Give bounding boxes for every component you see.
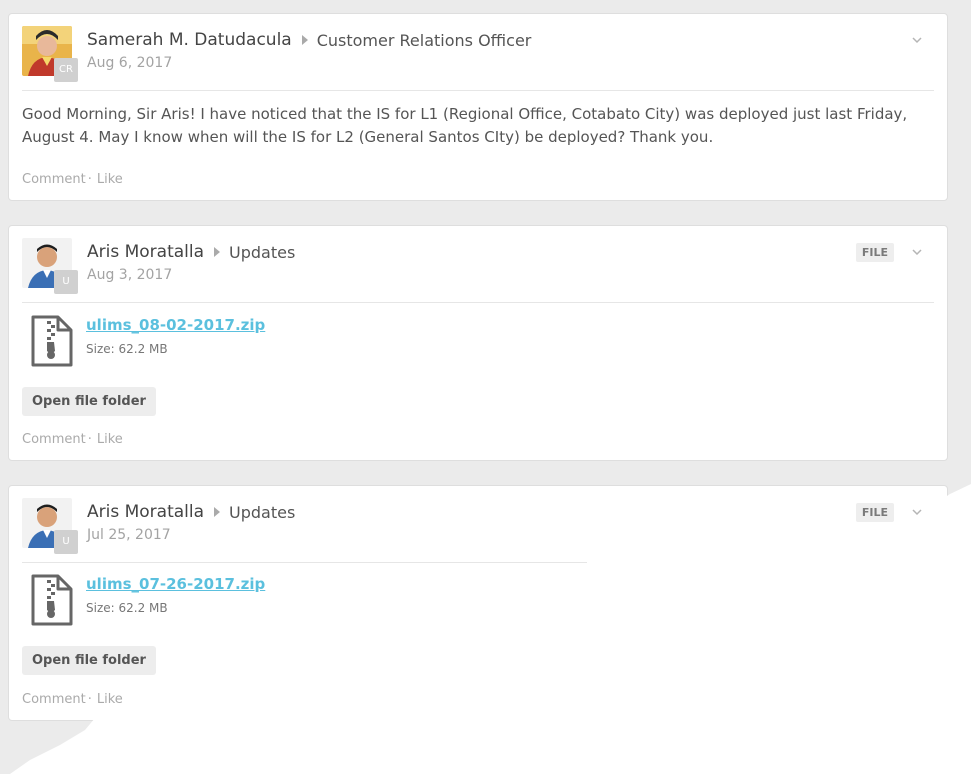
post-meta: Aris Moratalla Updates Jul 25, 2017	[87, 500, 295, 543]
chevron-down-icon[interactable]	[910, 505, 924, 519]
header-divider	[22, 562, 587, 563]
post-actions: Comment · Like	[22, 432, 123, 447]
file-attachment: ulims_08-02-2017.zip Size: 62.2 MB	[22, 313, 934, 379]
zip-file-icon[interactable]	[30, 315, 74, 367]
post-date[interactable]: Aug 3, 2017	[87, 267, 295, 283]
file-attachment: ulims_07-26-2017.zip Size: 62.2 MB	[22, 572, 934, 638]
file-size: Size: 62.2 MB	[86, 342, 168, 356]
file-size: Size: 62.2 MB	[86, 601, 168, 615]
post-target[interactable]: Customer Relations Officer	[317, 31, 532, 50]
post-target[interactable]: Updates	[229, 503, 295, 522]
action-separator: ·	[87, 172, 92, 187]
comment-link[interactable]: Comment	[22, 172, 86, 187]
post-card: CR Samerah M. Datudacula Customer Relati…	[8, 13, 948, 201]
post-meta: Samerah M. Datudacula Customer Relations…	[87, 28, 531, 71]
open-file-folder-button[interactable]: Open file folder	[22, 387, 156, 416]
like-link[interactable]: Like	[97, 692, 123, 707]
post-date[interactable]: Jul 25, 2017	[87, 527, 295, 543]
post-actions: Comment · Like	[22, 692, 123, 707]
caret-right-icon	[214, 507, 221, 517]
post-meta: Aris Moratalla Updates Aug 3, 2017	[87, 240, 295, 283]
post-card: U Aris Moratalla Updates Jul 25, 2017 FI…	[8, 485, 948, 721]
chevron-down-icon[interactable]	[910, 245, 924, 259]
comment-link[interactable]: Comment	[22, 692, 86, 707]
file-name-link[interactable]: ulims_07-26-2017.zip	[86, 575, 265, 593]
author-name[interactable]: Samerah M. Datudacula	[87, 30, 292, 50]
open-file-folder-button[interactable]: Open file folder	[22, 646, 156, 675]
chevron-down-icon[interactable]	[910, 33, 924, 47]
file-name-link[interactable]: ulims_08-02-2017.zip	[86, 316, 265, 334]
post-header: U Aris Moratalla Updates Aug 3, 2017 FIL…	[22, 238, 934, 303]
author-name[interactable]: Aris Moratalla	[87, 242, 204, 262]
caret-right-icon	[214, 247, 221, 257]
post-card: U Aris Moratalla Updates Aug 3, 2017 FIL…	[8, 225, 948, 461]
author-name[interactable]: Aris Moratalla	[87, 502, 204, 522]
post-header: CR Samerah M. Datudacula Customer Relati…	[22, 26, 934, 91]
action-separator: ·	[87, 692, 92, 707]
post-date[interactable]: Aug 6, 2017	[87, 55, 531, 71]
post-header: U Aris Moratalla Updates Jul 25, 2017 FI…	[22, 498, 934, 563]
avatar-badge: CR	[54, 58, 78, 82]
action-separator: ·	[87, 432, 92, 447]
zip-file-icon[interactable]	[30, 574, 74, 626]
avatar-badge: U	[54, 270, 78, 294]
like-link[interactable]: Like	[97, 432, 123, 447]
file-tag-badge: FILE	[855, 243, 894, 262]
file-tag-badge: FILE	[855, 503, 894, 522]
avatar-badge: U	[54, 530, 78, 554]
post-target[interactable]: Updates	[229, 243, 295, 262]
post-message: Good Morning, Sir Aris! I have noticed t…	[22, 105, 908, 146]
caret-right-icon	[301, 35, 308, 45]
like-link[interactable]: Like	[97, 172, 123, 187]
comment-link[interactable]: Comment	[22, 432, 86, 447]
post-actions: Comment · Like	[22, 172, 123, 187]
activity-feed: CR Samerah M. Datudacula Customer Relati…	[8, 13, 948, 745]
